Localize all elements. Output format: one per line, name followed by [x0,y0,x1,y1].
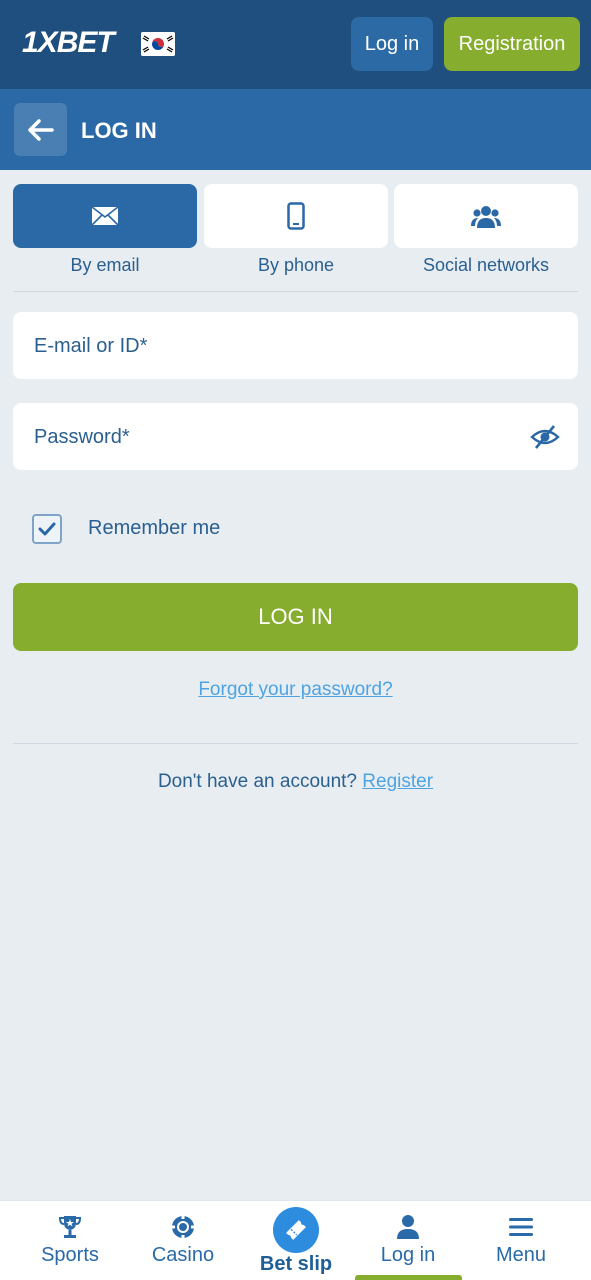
nav-label-bet-slip: Bet slip [259,1253,333,1275]
nav-menu[interactable]: Menu [462,1201,580,1280]
nav-casino[interactable]: Casino [124,1201,242,1280]
nav-label-casino: Casino [151,1244,215,1266]
korea-flag-icon[interactable] [141,32,175,56]
nav-label-menu: Menu [495,1244,547,1266]
brand-logo[interactable]: 1XBET [22,26,115,60]
divider [13,291,578,292]
users-icon [471,206,501,228]
page-title: LOG IN [81,118,157,143]
logo-prefix: 1X [22,26,58,59]
remember-me-checkbox[interactable] [32,514,62,544]
arrow-left-icon [27,118,54,141]
tab-label-email[interactable]: By email [13,255,197,276]
tab-by-phone[interactable] [204,184,388,248]
menu-icon [509,1218,533,1236]
tab-label-phone[interactable]: By phone [204,255,388,276]
nav-login[interactable]: Log in [349,1201,467,1280]
nav-active-indicator [355,1275,462,1280]
nav-label-login: Log in [380,1244,436,1266]
casino-chip-icon [172,1216,194,1238]
tab-social-networks[interactable] [394,184,578,248]
login-submit-button[interactable]: LOG IN [13,583,578,651]
registration-button[interactable]: Registration [444,17,580,71]
trophy-icon [58,1216,82,1238]
section-header: LOG IN [0,89,591,170]
eye-hidden-icon[interactable] [530,423,560,451]
user-icon [397,1215,419,1239]
tab-by-email[interactable] [13,184,197,248]
envelope-icon [91,206,119,226]
tab-label-social[interactable]: Social networks [394,255,578,276]
nav-bet-slip[interactable]: Bet slip [237,1201,355,1280]
password-field[interactable]: Password* [13,403,578,470]
top-bar: 1XBET Log in Registration [0,0,591,89]
password-placeholder: Password* [34,426,130,448]
email-field[interactable]: E-mail or ID* [13,312,578,379]
header-login-button[interactable]: Log in [351,17,433,71]
no-account-text: Don't have an account? [157,771,357,792]
back-button[interactable] [14,103,67,156]
divider [13,743,578,744]
nav-label-sports: Sports [41,1244,99,1266]
bottom-nav: Sports Casino Bet slip Log in Menu [0,1200,591,1280]
nav-sports[interactable]: Sports [11,1201,129,1280]
phone-icon [287,202,305,230]
forgot-password-link[interactable]: Forgot your password? [0,679,591,701]
checkmark-icon [38,522,56,536]
email-placeholder: E-mail or ID* [34,335,148,357]
no-account-row: Don't have an account? Register [0,771,591,793]
logo-suffix: BET [56,26,115,59]
register-link[interactable]: Register [362,771,433,792]
remember-me-label[interactable]: Remember me [88,517,220,540]
